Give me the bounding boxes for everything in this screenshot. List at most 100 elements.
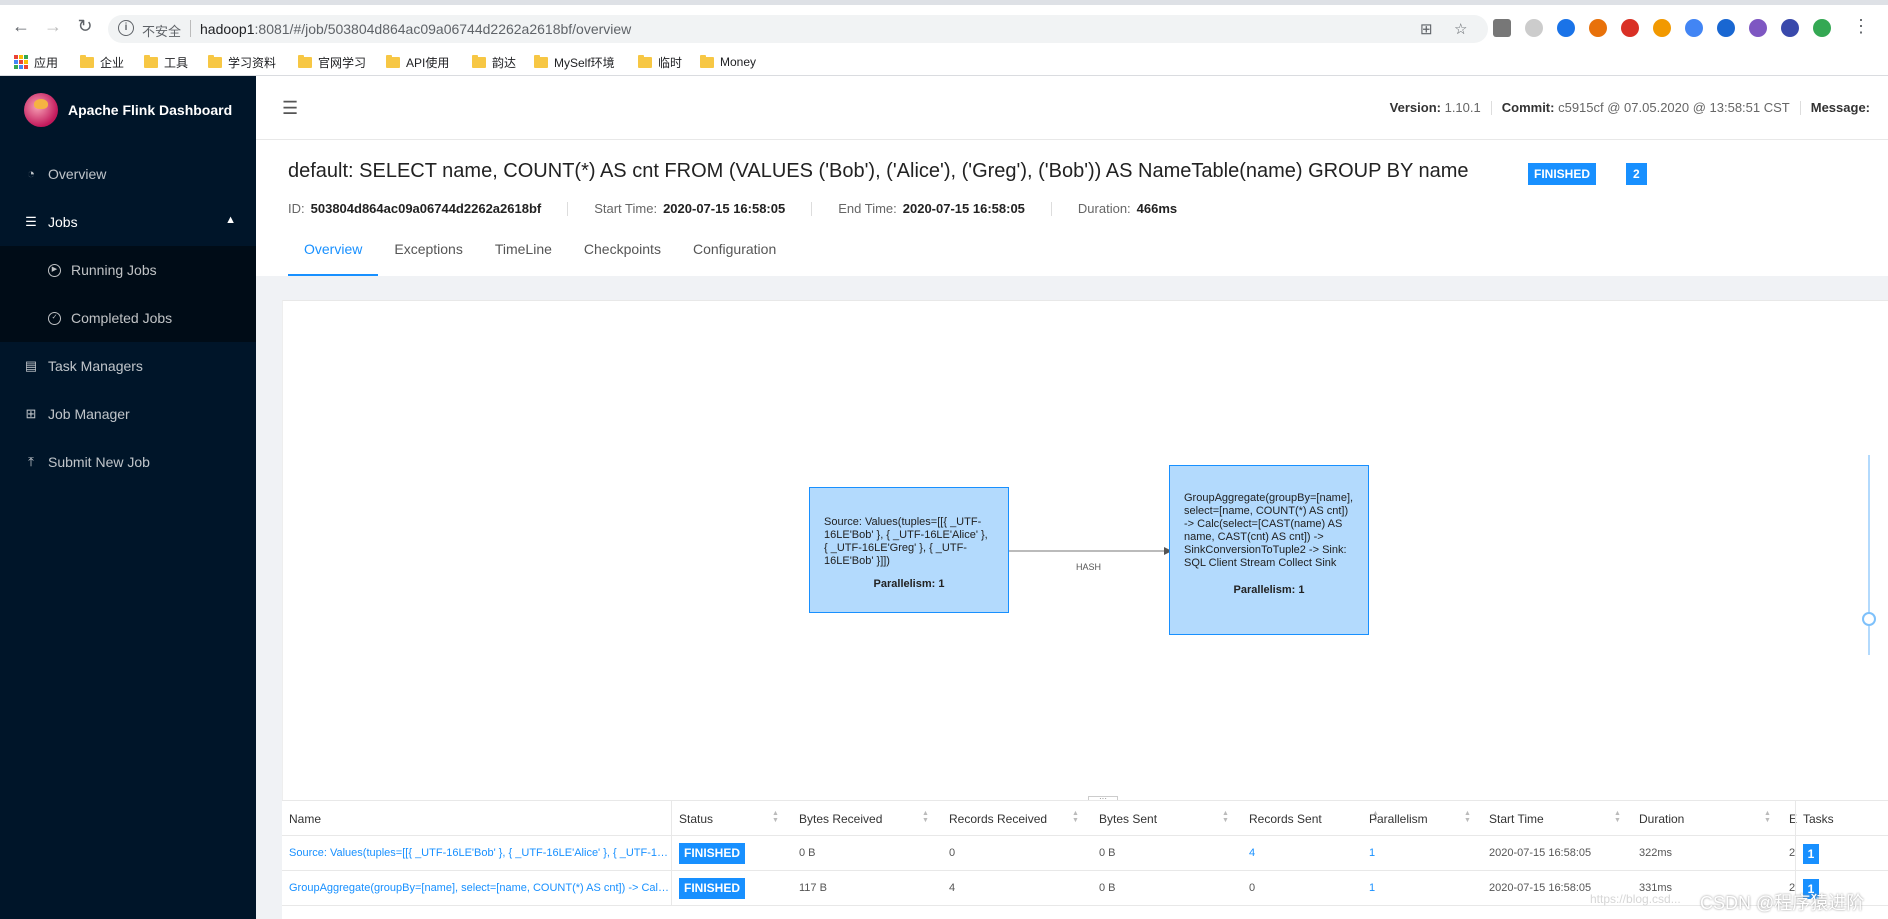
extension-icon[interactable] (1493, 19, 1511, 37)
folder-icon (700, 54, 714, 68)
column-header-status[interactable]: Status (679, 812, 713, 826)
more-menu-icon[interactable]: ⋮ (1850, 15, 1872, 37)
bookmark-folder[interactable]: 韵达 (472, 54, 516, 70)
sort-icon[interactable]: ▲ ▼ (1072, 810, 1079, 824)
bookmark-label: 工具 (164, 55, 189, 70)
sidebar-header[interactable]: Apache Flink Dashboard (0, 76, 256, 144)
column-header-tasks[interactable]: Tasks (1803, 812, 1834, 826)
bookmark-folder[interactable]: 官网学习 (298, 54, 366, 70)
job-graph-canvas[interactable]: Source: Values(tuples=[[{ _UTF-16LE'Bob'… (282, 300, 1888, 800)
tab-timeline[interactable]: TimeLine (479, 235, 568, 276)
v-extension-icon[interactable] (1813, 19, 1831, 37)
vue-extension-icon[interactable] (1557, 19, 1575, 37)
column-header-parallelism[interactable]: Parallelism (1369, 812, 1428, 826)
column-header-records-sent[interactable]: Records Sent (1249, 812, 1322, 826)
column-header-bytes-received[interactable]: Bytes Received (799, 812, 882, 826)
bookmark-folder[interactable]: MySelf环境 (534, 54, 615, 70)
address-bar[interactable]: i 不安全 hadoop1:8081/#/job/503804d864ac09a… (108, 15, 1488, 43)
bookmark-star-icon[interactable]: ☆ (1454, 20, 1467, 38)
app-title: Apache Flink Dashboard (68, 102, 233, 118)
sort-icon[interactable]: ▲ ▼ (772, 810, 779, 824)
version-text: Version: 1.10.1 (1390, 100, 1481, 115)
moon-extension-icon[interactable] (1781, 19, 1799, 37)
info-icon[interactable]: i (118, 20, 134, 36)
url-host: hadoop1 (200, 21, 255, 37)
parallelism: 1 (1369, 847, 1376, 859)
sidebar-item-running-jobs[interactable]: ▶ Running Jobs (0, 246, 256, 294)
table-row[interactable]: Source: Values(tuples=[[{ _UTF-16LE'Bob'… (282, 836, 1888, 871)
sidebar-item-submit-new-job[interactable]: ⤒ Submit New Job (0, 438, 256, 486)
divider (811, 201, 813, 216)
sidebar-item-label: Submit New Job (48, 454, 150, 470)
folder-icon (386, 54, 400, 68)
divider (1799, 100, 1801, 115)
vertex-name-link[interactable]: GroupAggregate(groupBy=[name], select=[n… (289, 882, 669, 894)
bookmark-label: Money (720, 55, 757, 69)
id-label: ID: (288, 201, 305, 216)
graph-node-aggregate[interactable]: GroupAggregate(groupBy=[name], select=[n… (1169, 465, 1369, 635)
sidebar-item-jobs[interactable]: ☰ Jobs ▲ (0, 198, 256, 246)
zoom-slider-handle[interactable] (1862, 612, 1876, 626)
tab-checkpoints[interactable]: Checkpoints (568, 235, 677, 276)
column-header-start-time[interactable]: Start Time (1489, 812, 1544, 826)
column-header-bytes-sent[interactable]: Bytes Sent (1099, 812, 1157, 826)
records-received: 0 (949, 847, 956, 859)
url-text[interactable]: hadoop1:8081/#/job/503804d864ac09a06744d… (200, 21, 631, 37)
adblock-extension-icon[interactable] (1621, 19, 1639, 37)
start-time: 2020-07-15 16:58:05 (663, 201, 786, 216)
bookmark-folder[interactable]: 企业 (80, 54, 124, 70)
reload-icon[interactable]: ↻ (74, 15, 96, 37)
bookmark-folder[interactable]: Money (700, 54, 756, 70)
bookmark-label: 企业 (100, 55, 125, 70)
graph-node-source[interactable]: Source: Values(tuples=[[{ _UTF-16LE'Bob'… (809, 487, 1009, 613)
records-received: 4 (949, 882, 956, 894)
sidebar-item-label: Running Jobs (71, 262, 157, 278)
column-header-duration[interactable]: Duration (1639, 812, 1684, 826)
flink-logo-icon (24, 93, 58, 127)
sidebar-item-task-managers[interactable]: ▤ Task Managers (0, 342, 256, 390)
check-circle-icon: ✓ (48, 311, 61, 325)
list-icon: ☰ (25, 214, 37, 229)
sort-icon[interactable]: ▲ ▼ (1464, 810, 1471, 824)
tab-exceptions[interactable]: Exceptions (378, 235, 478, 276)
tab-configuration[interactable]: Configuration (677, 235, 792, 276)
star-extension-icon[interactable] (1685, 19, 1703, 37)
sidebar-item-completed-jobs[interactable]: ✓ Completed Jobs (0, 294, 256, 342)
share-extension-icon[interactable] (1653, 19, 1671, 37)
sidebar-item-overview[interactable]: ◔ Overview (0, 150, 256, 198)
forward-icon[interactable]: → (42, 15, 64, 37)
tab-overview[interactable]: Overview (288, 235, 379, 276)
play-circle-icon: ▶ (48, 263, 61, 277)
task-count-badge: 2 (1626, 163, 1647, 185)
back-icon[interactable]: ← (10, 15, 32, 37)
vertex-name-link[interactable]: Source: Values(tuples=[[{ _UTF-16LE'Bob'… (289, 847, 669, 859)
job-header: default: SELECT name, COUNT(*) AS cnt FR… (256, 140, 1888, 276)
bytes-received: 0 B (799, 847, 816, 859)
records-sent: 0 (1249, 882, 1256, 894)
bookmarks-bar: 应用 企业 工具 学习资料 官网学习 API使用 韵达 MySelf环境 临时 … (0, 48, 1888, 76)
column-header-records-received[interactable]: Records Received (949, 812, 1047, 826)
sidebar-item-job-manager[interactable]: ⊞ Job Manager (0, 390, 256, 438)
bookmark-folder[interactable]: 工具 (144, 54, 188, 70)
sort-icon[interactable]: ▲ ▼ (1764, 810, 1771, 824)
commit-label: Commit: (1501, 100, 1555, 115)
task-badge: 1 (1803, 844, 1819, 864)
translate-icon[interactable]: ⊞ (1420, 20, 1433, 38)
bookmark-folder[interactable]: 临时 (638, 54, 682, 70)
bookmark-folder[interactable]: API使用 (386, 54, 449, 70)
check-extension-icon[interactable] (1749, 19, 1767, 37)
sort-icon[interactable]: ▲ ▼ (1222, 810, 1229, 824)
sort-icon[interactable]: ▲ ▼ (922, 810, 929, 824)
bookmark-folder[interactable]: 学习资料 (208, 54, 276, 70)
translate-extension-icon[interactable] (1717, 19, 1735, 37)
sort-icon[interactable]: ▲ ▼ (1614, 810, 1621, 824)
cursor-extension-icon[interactable] (1525, 19, 1543, 37)
bookmark-apps[interactable]: 应用 (14, 54, 58, 70)
end-time: 2020-07-15 16:58:05 (902, 201, 1025, 216)
job-id: 503804d864ac09a06744d2262a2618bf (310, 201, 542, 216)
firefox-extension-icon[interactable] (1589, 19, 1607, 37)
version-value: 1.10.1 (1444, 100, 1481, 115)
column-header-name[interactable]: Name (289, 812, 321, 826)
bookmark-label: 临时 (658, 55, 683, 70)
menu-fold-icon[interactable]: ☰ (282, 98, 298, 119)
